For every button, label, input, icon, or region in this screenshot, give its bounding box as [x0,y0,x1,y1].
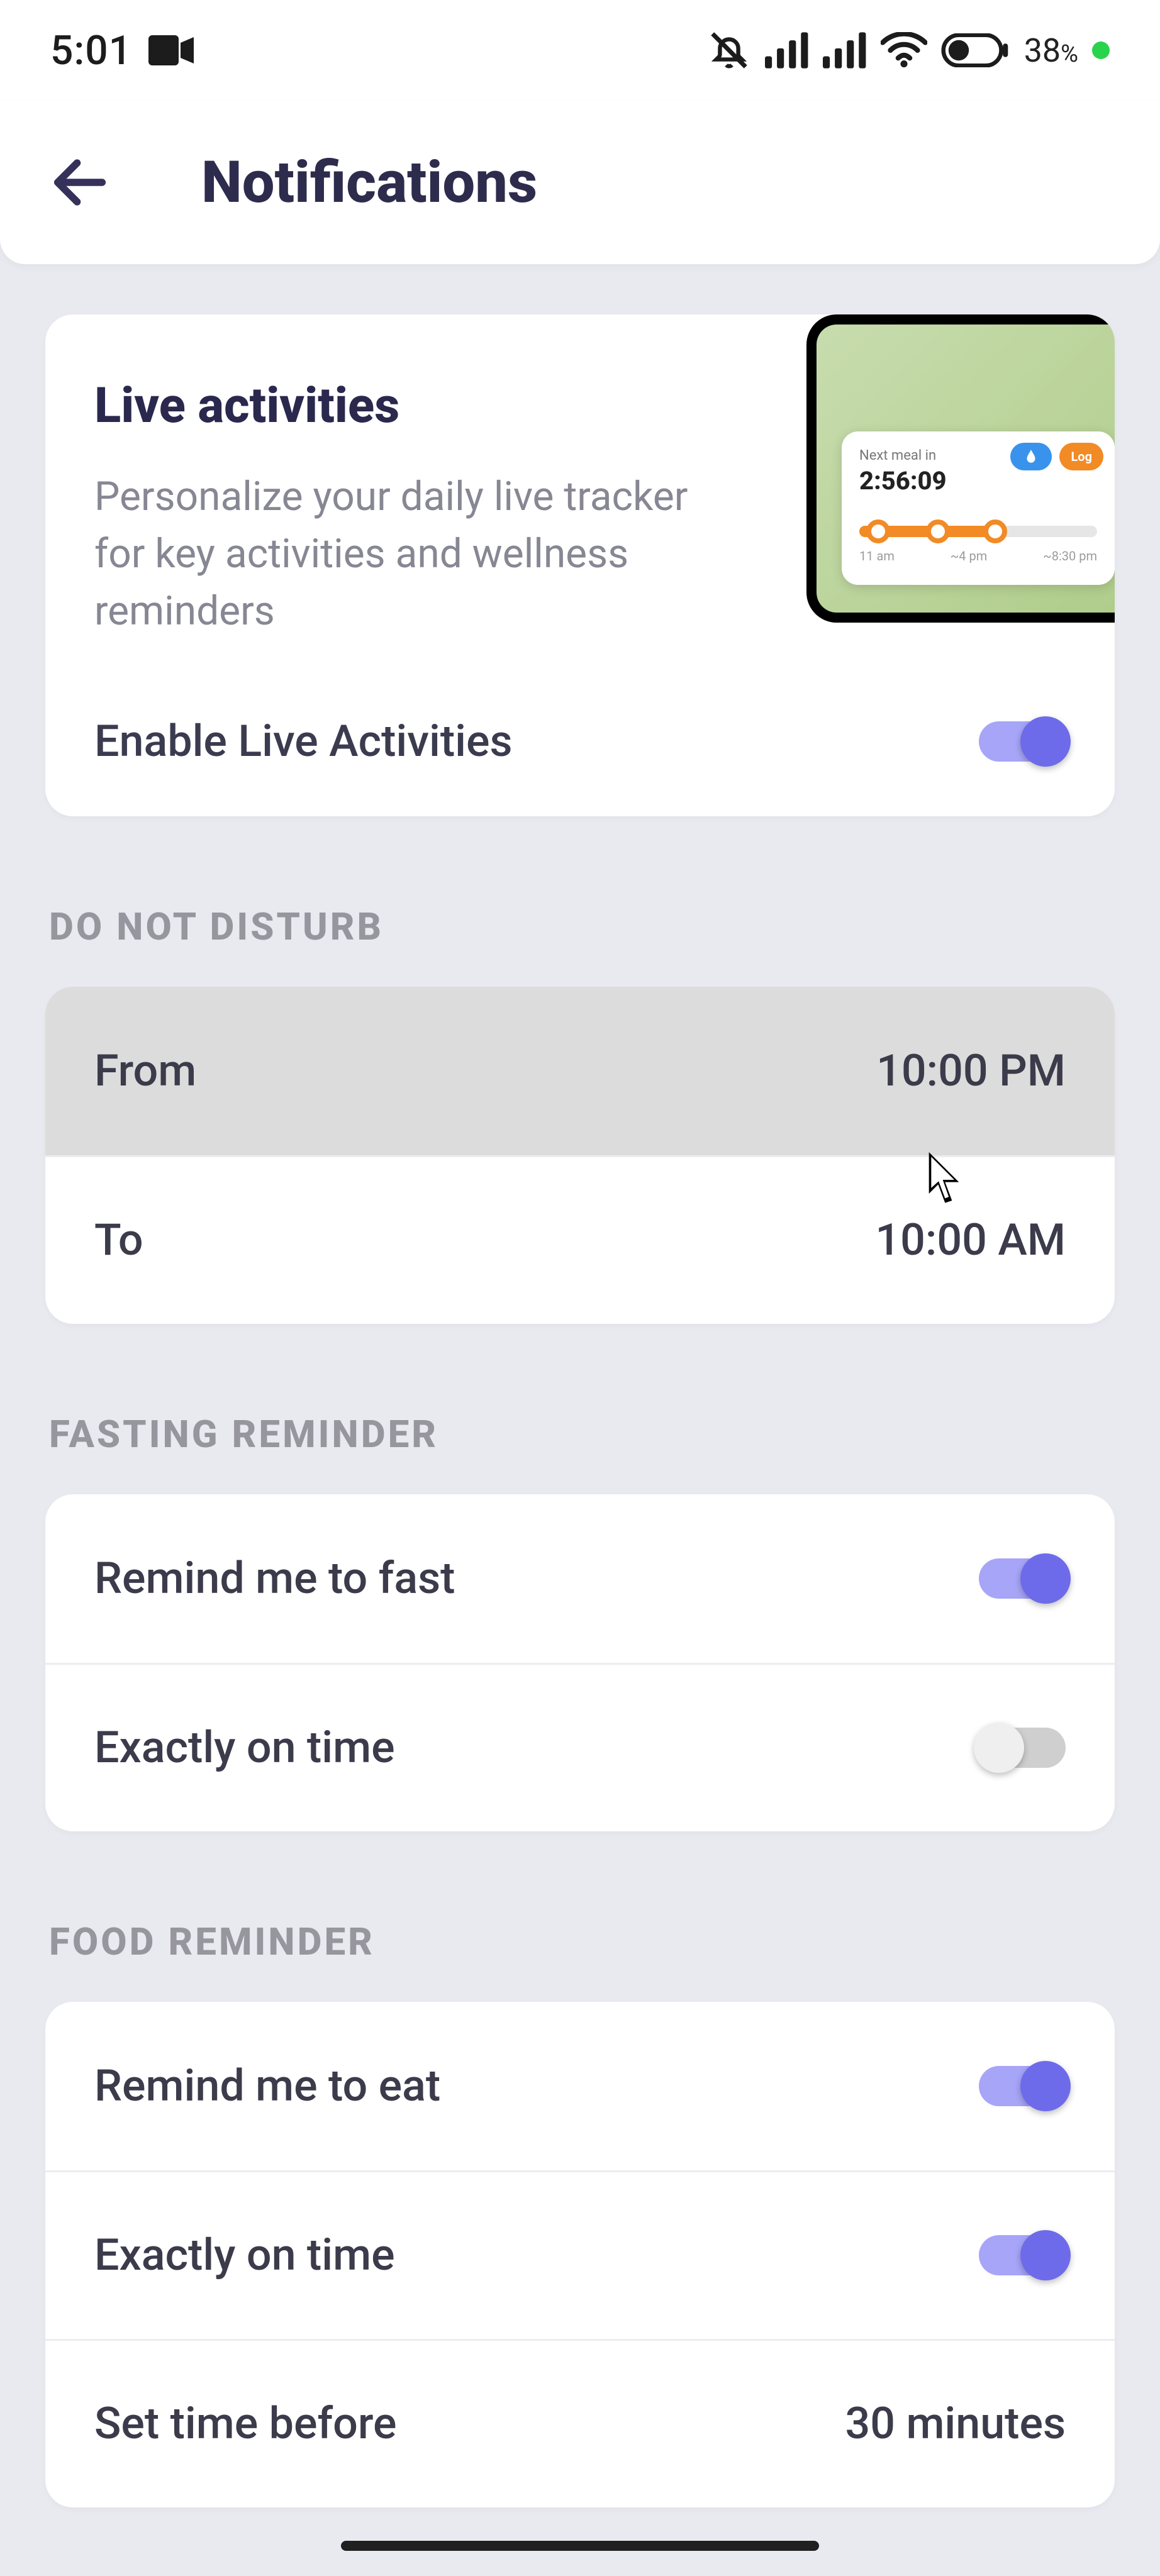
fasting-exact-toggle[interactable] [979,1728,1066,1768]
live-preview-widget: Next meal in 2:56:09 Log 11 am ~4 pm [842,431,1115,585]
status-bar: 5:01 [0,0,1160,101]
live-activities-card: Live activities Personalize your daily l… [45,314,1115,816]
clock: 5:01 [50,27,132,74]
food-set-before-value: 30 minutes [845,2398,1066,2450]
food-exact-row[interactable]: Exactly on time [45,2170,1115,2339]
tick-2: ~8:30 pm [1043,548,1097,564]
tick-0: 11 am [859,548,895,564]
fasting-exact-label: Exactly on time [94,1722,395,1774]
food-remind-toggle[interactable] [979,2066,1066,2106]
next-meal-time: 2:56:09 [859,466,1097,496]
home-indicator[interactable] [341,2541,819,2551]
arrow-left-icon [47,149,113,216]
fasting-remind-label: Remind me to fast [94,1553,455,1604]
dnd-header: DO NOT DISTURB [49,904,1115,949]
status-left: 5:01 [50,27,194,74]
dnd-from-value: 10:00 PM [876,1045,1066,1097]
fasting-card: Remind me to fast Exactly on time [45,1494,1115,1831]
food-exact-toggle[interactable] [979,2235,1066,2275]
signal-icon-1 [765,32,809,69]
live-preview: Next meal in 2:56:09 Log 11 am ~4 pm [806,314,1115,623]
dnd-from-label: From [94,1045,196,1097]
food-remind-row[interactable]: Remind me to eat [45,2002,1115,2170]
signal-icon-2 [823,32,867,69]
log-chip: Log [1059,443,1103,470]
privacy-dot-icon [1092,42,1110,59]
dnd-to-row[interactable]: To 10:00 AM [45,1155,1115,1324]
title-bar: Notifications [0,101,1160,264]
food-remind-label: Remind me to eat [94,2060,440,2112]
water-chip [1010,443,1052,470]
wifi-icon [881,32,927,69]
dnd-card: From 10:00 PM To 10:00 AM [45,987,1115,1324]
content-scroll[interactable]: Live activities Personalize your daily l… [0,264,1160,2507]
preview-track [859,526,1097,537]
bell-muted-icon [707,28,751,72]
battery-percent: 38% [1024,31,1078,70]
status-right: 38% [707,28,1110,72]
food-card: Remind me to eat Exactly on time Set tim… [45,2002,1115,2507]
food-exact-label: Exactly on time [94,2229,395,2281]
food-header: FOOD REMINDER [49,1919,1115,1964]
page-title: Notifications [201,149,537,216]
back-button[interactable] [47,149,113,216]
food-set-before-label: Set time before [94,2398,396,2450]
live-desc: Personalize your daily live tracker for … [94,469,716,640]
fasting-remind-row[interactable]: Remind me to fast [45,1494,1115,1663]
tick-1: ~4 pm [951,548,988,564]
battery-icon [941,33,1010,67]
food-set-before-row[interactable]: Set time before 30 minutes [45,2339,1115,2507]
fasting-header: FASTING REMINDER [49,1412,1115,1457]
enable-live-row[interactable]: Enable Live Activities [94,716,1066,767]
enable-live-label: Enable Live Activities [94,716,513,767]
video-icon [148,35,194,65]
dnd-from-row[interactable]: From 10:00 PM [45,987,1115,1155]
preview-ticks: 11 am ~4 pm ~8:30 pm [859,548,1097,564]
fasting-remind-toggle[interactable] [979,1558,1066,1599]
fasting-exact-row[interactable]: Exactly on time [45,1663,1115,1831]
dnd-to-label: To [94,1214,143,1266]
enable-live-toggle[interactable] [979,721,1066,762]
dnd-to-value: 10:00 AM [875,1214,1066,1266]
